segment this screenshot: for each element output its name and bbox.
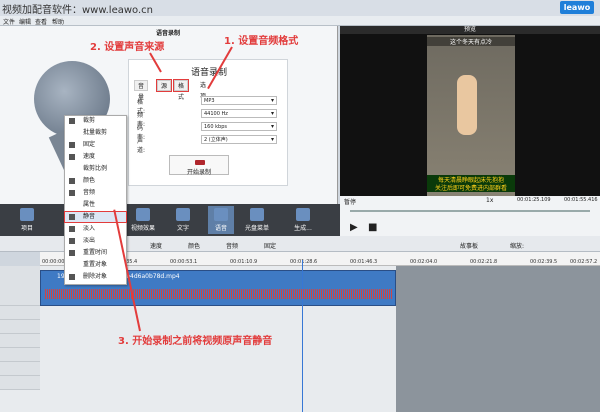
time-total: 00:01:55.416 — [564, 197, 598, 203]
record-settings-box: 语音录制 音量 源 格式 选项 格式: MP3 频率: 44100 Hz 码率:… — [128, 59, 288, 186]
timeline-empty-area — [396, 266, 600, 412]
play-status: 暂停 — [344, 199, 357, 206]
main-toolbar: 项目 视频效果 文字 语音 光盘菜单 生成... — [0, 204, 340, 236]
video-frame: 这个冬天有点冷 每天清晨睁眼起床先抱抱 关注后即可免费进内部群看 — [427, 35, 515, 222]
track-header-4[interactable] — [0, 348, 40, 362]
menu-item-fade-out[interactable]: 淡出 — [65, 236, 126, 246]
project-button[interactable]: 项目 — [14, 206, 40, 234]
playhead[interactable] — [302, 260, 303, 412]
play-icon[interactable]: ▶ — [350, 222, 358, 233]
record-icon — [195, 160, 205, 165]
menu-item-crop-ratio[interactable]: 裁剪比例 — [65, 164, 126, 174]
timeline-tracks: 1900bccc3aaccaba7e9b4d6a0b78d.mp4 — [0, 266, 600, 412]
menu-item-properties[interactable]: 属性 — [65, 200, 126, 210]
channel-select[interactable]: 2 (立体声) — [201, 135, 277, 144]
menu-edit[interactable]: 编辑 — [19, 17, 31, 26]
title-bar: 视频加配音软件：www.leawo.cn leawo — [0, 0, 600, 16]
annotation-format: 1. 设置音频格式 — [224, 36, 299, 47]
brand-logo: leawo — [560, 1, 594, 14]
start-record-button[interactable]: 开始录制 — [169, 155, 229, 176]
menu-item-fix[interactable]: 固定 — [65, 140, 126, 150]
voice-button[interactable]: 语音 — [208, 206, 234, 234]
track-header-5[interactable] — [0, 362, 40, 376]
frequency-select[interactable]: 44100 Hz — [201, 109, 277, 118]
person-figure — [457, 75, 477, 135]
preview-header: 预览 — [340, 26, 600, 34]
zoom-label: 缩放: — [510, 243, 525, 250]
window-title: 视频加配音软件：www.leawo.cn — [2, 5, 153, 16]
context-menu: 裁剪 批量裁剪 固定 速度 裁剪比例 颜色 音频 属性 静音 淡入 淡出 重置时… — [64, 115, 127, 285]
storyboard-tool[interactable]: 故事板 — [460, 241, 478, 250]
annotation-mute: 3. 开始录制之前将视频原声音静音 — [118, 336, 273, 347]
fix-tool[interactable]: 固定 — [264, 241, 276, 250]
menu-help[interactable]: 帮助 — [52, 17, 64, 26]
menu-item-audio[interactable]: 音频 — [65, 188, 126, 198]
bitrate-select[interactable]: 160 kbps — [201, 122, 277, 131]
audio-tool[interactable]: 音频 — [226, 241, 238, 250]
menu-item-color[interactable]: 颜色 — [65, 176, 126, 186]
caption-bottom2: 关注后即可免费进内部群看 — [427, 183, 515, 192]
track-header-3[interactable] — [0, 334, 40, 348]
track-header-6[interactable] — [0, 376, 40, 390]
menu-item-batch-crop[interactable]: 批量裁剪 — [65, 128, 126, 138]
record-title: 语音录制 — [190, 68, 227, 78]
stop-icon[interactable]: ■ — [368, 222, 377, 233]
format-select[interactable]: MP3 — [201, 96, 277, 105]
caption-top: 这个冬天有点冷 — [427, 37, 515, 46]
tab-format[interactable]: 格式 — [172, 79, 190, 101]
color-tool[interactable]: 颜色 — [188, 241, 200, 250]
menu-item-reset-object[interactable]: 重置对象 — [65, 260, 126, 270]
dvd-menu-button[interactable]: 光盘菜单 — [244, 206, 270, 234]
video-effects-button[interactable]: 视频效果 — [130, 206, 156, 234]
menu-item-speed[interactable]: 速度 — [65, 152, 126, 162]
time-current: 00:01:25.109 — [517, 197, 551, 203]
seek-bar[interactable] — [350, 210, 590, 212]
preview-panel: 预览 这个冬天有点冷 每天清晨睁眼起床先抱抱 关注后即可免费进内部群看 — [340, 26, 600, 222]
annotation-source: 2. 设置声音来源 — [90, 42, 165, 53]
video-track-header[interactable] — [0, 266, 40, 306]
menu-item-delete-object[interactable]: 删除对象 — [65, 272, 126, 282]
speed-tool[interactable]: 速度 — [150, 241, 162, 250]
tab-source[interactable]: 源 — [155, 79, 173, 92]
speed-label[interactable]: 1x — [486, 197, 493, 204]
tab-volume[interactable]: 音量 — [134, 80, 149, 101]
menu-bar: 文件 编辑 查看 帮助 — [0, 16, 600, 26]
menu-view[interactable]: 查看 — [35, 17, 47, 26]
menu-file[interactable]: 文件 — [3, 17, 15, 26]
track-header-1[interactable] — [0, 306, 40, 320]
menu-item-crop[interactable]: 裁剪 — [65, 116, 126, 126]
voice-record-panel: 语音录制 语音录制 音量 源 格式 选项 格式: MP3 频率: 44100 H… — [0, 26, 338, 204]
audio-waveform — [45, 289, 393, 299]
menu-item-reset-time[interactable]: 重置时间 — [65, 248, 126, 258]
text-button[interactable]: 文字 — [170, 206, 196, 234]
track-header-2[interactable] — [0, 320, 40, 334]
produce-button[interactable]: 生成... — [290, 206, 316, 234]
